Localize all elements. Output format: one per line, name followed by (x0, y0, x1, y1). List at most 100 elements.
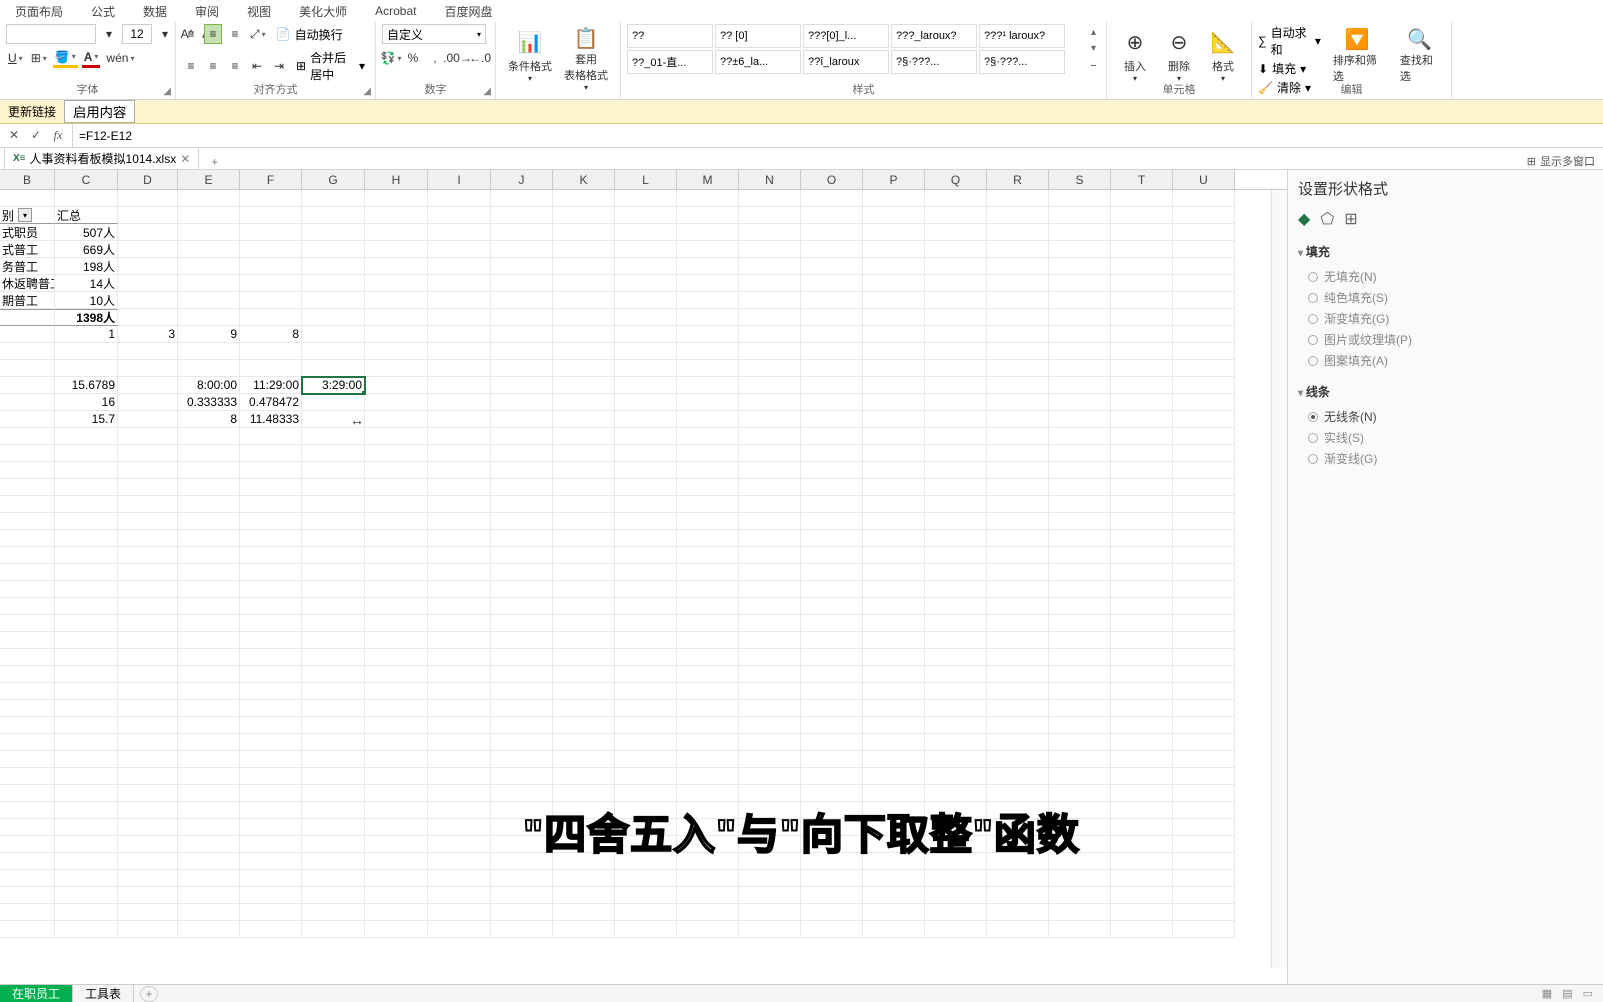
cell[interactable] (118, 751, 178, 768)
cell[interactable] (55, 717, 118, 734)
cell[interactable] (178, 445, 240, 462)
cell[interactable] (863, 513, 925, 530)
cell[interactable] (677, 598, 739, 615)
cell[interactable] (925, 802, 987, 819)
cell[interactable] (0, 326, 55, 343)
cell[interactable] (240, 207, 302, 224)
cell[interactable] (240, 275, 302, 292)
cell[interactable] (55, 513, 118, 530)
cell[interactable] (0, 564, 55, 581)
cell[interactable] (1111, 241, 1173, 258)
align-left-icon[interactable]: ≡ (182, 56, 200, 76)
cell[interactable] (365, 496, 428, 513)
cell[interactable] (677, 904, 739, 921)
cell[interactable]: 0.478472 (240, 394, 302, 411)
cell[interactable] (925, 700, 987, 717)
cell[interactable] (925, 275, 987, 292)
cell[interactable] (365, 853, 428, 870)
cell[interactable] (801, 241, 863, 258)
cell[interactable] (801, 564, 863, 581)
cell[interactable] (1049, 717, 1111, 734)
cell[interactable] (1111, 496, 1173, 513)
cell[interactable] (55, 581, 118, 598)
cell[interactable] (677, 445, 739, 462)
cell[interactable] (55, 904, 118, 921)
cell[interactable] (615, 751, 677, 768)
cell[interactable] (491, 258, 553, 275)
cell[interactable] (365, 241, 428, 258)
cell[interactable] (0, 870, 55, 887)
cell[interactable] (677, 921, 739, 938)
format-cells-button[interactable]: 📐格式▾ (1201, 24, 1245, 86)
cell[interactable] (302, 700, 365, 717)
cell[interactable] (925, 598, 987, 615)
cell[interactable] (55, 530, 118, 547)
cell[interactable] (987, 207, 1049, 224)
cell[interactable] (1049, 428, 1111, 445)
cell[interactable] (553, 717, 615, 734)
cell[interactable] (615, 887, 677, 904)
cell[interactable] (801, 581, 863, 598)
fill-tab-icon[interactable]: ◆ (1298, 209, 1310, 229)
cell[interactable] (1049, 649, 1111, 666)
cell[interactable] (677, 819, 739, 836)
cell[interactable] (118, 853, 178, 870)
column-header[interactable]: N (739, 170, 801, 189)
delete-cells-button[interactable]: ⊖删除▾ (1157, 24, 1201, 86)
cell[interactable] (491, 292, 553, 309)
cell[interactable] (739, 717, 801, 734)
cell[interactable] (553, 666, 615, 683)
cell[interactable] (118, 870, 178, 887)
cell[interactable] (178, 683, 240, 700)
cell[interactable] (739, 632, 801, 649)
cell[interactable] (677, 479, 739, 496)
cell[interactable] (987, 632, 1049, 649)
dialog-launcher-icon[interactable]: ◢ (483, 86, 491, 97)
cell[interactable] (240, 309, 302, 326)
cell[interactable] (1049, 479, 1111, 496)
cell[interactable] (863, 258, 925, 275)
cell[interactable] (801, 258, 863, 275)
cell[interactable] (553, 428, 615, 445)
cell[interactable] (118, 241, 178, 258)
sheet-tab-active[interactable]: 在职员工 (0, 985, 73, 1002)
style-item[interactable]: ?? [0] (715, 24, 801, 48)
cell[interactable] (178, 904, 240, 921)
cell[interactable] (863, 275, 925, 292)
cell[interactable] (801, 700, 863, 717)
cell[interactable] (491, 207, 553, 224)
cell[interactable] (863, 632, 925, 649)
vertical-scrollbar[interactable] (1271, 190, 1287, 968)
cell[interactable] (553, 530, 615, 547)
cell[interactable] (55, 598, 118, 615)
cell[interactable] (677, 887, 739, 904)
cell[interactable] (365, 343, 428, 360)
cell[interactable] (1111, 190, 1173, 207)
cell[interactable] (925, 785, 987, 802)
cell[interactable] (801, 530, 863, 547)
cell[interactable]: 0.333333 (178, 394, 240, 411)
cell[interactable] (987, 292, 1049, 309)
cell[interactable] (302, 717, 365, 734)
cell[interactable] (240, 632, 302, 649)
cell[interactable] (801, 309, 863, 326)
cell[interactable] (863, 309, 925, 326)
cell[interactable]: 9 (178, 326, 240, 343)
cell[interactable] (365, 870, 428, 887)
column-header[interactable]: C (55, 170, 118, 189)
cell[interactable] (428, 700, 491, 717)
cell[interactable] (1049, 853, 1111, 870)
column-header[interactable]: B (0, 170, 55, 189)
cell[interactable] (553, 360, 615, 377)
cell[interactable] (987, 428, 1049, 445)
cell[interactable] (0, 921, 55, 938)
selected-cell[interactable]: 3:29:00 (302, 377, 365, 394)
dialog-launcher-icon[interactable]: ◢ (163, 86, 171, 97)
cell[interactable] (178, 615, 240, 632)
decrease-decimal-icon[interactable]: ←.0 (471, 48, 489, 68)
cell[interactable] (1173, 241, 1235, 258)
cell[interactable] (428, 717, 491, 734)
cell[interactable] (118, 394, 178, 411)
cell[interactable] (365, 275, 428, 292)
cell[interactable] (677, 870, 739, 887)
